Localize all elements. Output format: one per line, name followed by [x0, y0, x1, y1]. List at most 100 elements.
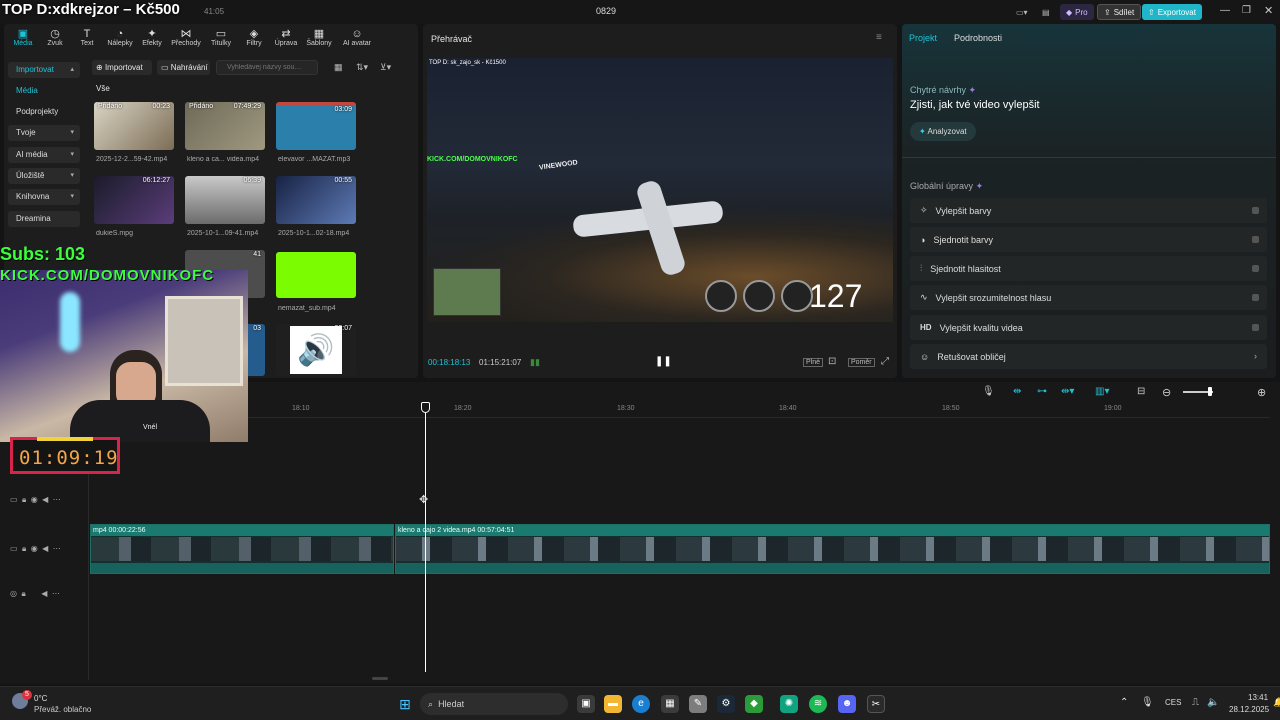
- tab-details[interactable]: Podrobnosti: [954, 33, 1002, 43]
- import-button[interactable]: ⊕ Importovat: [92, 60, 152, 75]
- preview-axis-icon[interactable]: ⇹▾: [1061, 386, 1074, 397]
- sidebar-item-ai-media[interactable]: AI média ▾: [8, 147, 80, 163]
- action-voice-clarity[interactable]: ∿ Vylepšit srozumitelnost hlasu: [910, 285, 1267, 310]
- playhead-handle[interactable]: [421, 402, 430, 413]
- tool-media[interactable]: ▣ Média: [6, 28, 40, 50]
- search-input[interactable]: [216, 60, 318, 75]
- network-icon[interactable]: ⎍: [1192, 697, 1199, 708]
- volume-icon[interactable]: ◀: [42, 544, 48, 553]
- split-icon[interactable]: ▥▾: [1095, 386, 1109, 397]
- clock-time[interactable]: 13:41: [1248, 693, 1268, 702]
- action-retouch-face[interactable]: ☺ Retušovat obličej ›: [910, 344, 1267, 369]
- pro-button[interactable]: ◆ Pro: [1060, 4, 1094, 20]
- taskbar-search[interactable]: ⌕ Hledat: [420, 693, 568, 715]
- language-indicator[interactable]: CES: [1165, 698, 1181, 707]
- notifications-icon[interactable]: 🔔: [1273, 697, 1280, 708]
- media-thumb[interactable]: 06:39: [185, 176, 265, 224]
- action-video-quality[interactable]: HD Vylepšit kvalitu videa: [910, 315, 1267, 340]
- full-quality-button[interactable]: Plné: [803, 358, 824, 367]
- tray-mic-icon[interactable]: 🎙: [1141, 697, 1154, 708]
- action-match-colors[interactable]: ◑ Sjednotit barvy: [910, 227, 1267, 252]
- tool-transitions[interactable]: ⋈ Přechody: [169, 28, 203, 50]
- record-button[interactable]: ▭ Nahrávání: [157, 60, 210, 75]
- video-clip[interactable]: kleno a cajo 2 videa.mp4 00:57:04:51: [395, 524, 1270, 574]
- windows-start-icon[interactable]: ⊞: [396, 695, 414, 713]
- more-icon[interactable]: ⋯: [52, 589, 60, 598]
- shortcuts-icon[interactable]: ▤: [1036, 4, 1056, 20]
- time-ruler[interactable]: 18:10 18:20 18:30 18:40 18:50 19:00: [90, 402, 1270, 418]
- microphone-icon[interactable]: 🎙: [982, 386, 995, 397]
- tool-text[interactable]: T Text: [70, 28, 104, 50]
- tool-ai-avatar[interactable]: ☺ AI avatar: [336, 28, 378, 50]
- steam-icon[interactable]: ⚙: [717, 695, 735, 713]
- timeline-scrollbar[interactable]: [372, 677, 388, 680]
- screenshot-icon[interactable]: ⊡: [828, 356, 836, 367]
- sidebar-import[interactable]: Importovat ▴: [8, 62, 80, 78]
- media-thumb[interactable]: Přidáno 00:23: [94, 102, 174, 150]
- sidebar-item-library[interactable]: Knihovna ▾: [8, 189, 80, 205]
- flag-app-icon[interactable]: ◆: [745, 695, 763, 713]
- ratio-button[interactable]: Poměr: [848, 358, 875, 367]
- action-enhance-colors[interactable]: ✧ Vylepšit barvy: [910, 198, 1267, 223]
- link-icon[interactable]: ⊶: [1037, 386, 1047, 397]
- media-thumb[interactable]: [276, 252, 356, 298]
- minimize-icon[interactable]: —: [1220, 5, 1230, 16]
- task-view-icon[interactable]: ▣: [577, 695, 595, 713]
- lock-icon[interactable]: 🔒︎: [22, 544, 26, 553]
- more-icon[interactable]: ⋯: [53, 495, 61, 504]
- zoom-handle[interactable]: [1208, 387, 1212, 396]
- tool-effects[interactable]: ✦ Efekty: [135, 28, 169, 50]
- eye-icon[interactable]: ◉: [31, 544, 38, 553]
- action-toggle[interactable]: [1252, 265, 1259, 272]
- tool-filters[interactable]: ◈ Filtry: [237, 28, 271, 50]
- restore-icon[interactable]: ❐: [1242, 5, 1251, 16]
- clock-date[interactable]: 28.12.2025: [1229, 705, 1269, 714]
- tool-audio[interactable]: ◷ Zvuk: [38, 28, 72, 50]
- fit-icon[interactable]: ⊟: [1137, 386, 1145, 397]
- action-toggle[interactable]: [1252, 236, 1259, 243]
- capcut-icon[interactable]: ✂: [867, 695, 885, 713]
- view-grid-icon[interactable]: ▦: [334, 62, 343, 73]
- layout-icon[interactable]: ▭▾: [1010, 4, 1034, 20]
- snap-icon[interactable]: ⇹: [1013, 386, 1021, 397]
- tool-captions[interactable]: ▭ Titulky: [204, 28, 238, 50]
- tool-stickers[interactable]: ◔ Nálepky: [103, 28, 137, 50]
- tool-adjust[interactable]: ⇄ Úprava: [269, 28, 303, 50]
- zoom-out-icon[interactable]: ⊖: [1162, 386, 1171, 399]
- video-preview[interactable]: TOP D: sk_zajo_sk - Kč1500 KICK.COM/DOMO…: [427, 58, 893, 322]
- playhead[interactable]: [425, 402, 426, 672]
- menu-icon[interactable]: ≡: [876, 32, 882, 43]
- analyze-button[interactable]: ✦ Analyzovat: [910, 122, 976, 141]
- edge-icon[interactable]: e: [632, 695, 650, 713]
- sidebar-item-storage[interactable]: Úložiště ▾: [8, 168, 80, 184]
- tray-chevron-icon[interactable]: ⌃: [1120, 697, 1128, 708]
- zoom-fit-icon[interactable]: ⊕: [1257, 386, 1266, 399]
- sidebar-item-yours[interactable]: Tvoje ▾: [8, 125, 80, 141]
- media-thumb[interactable]: 03:09: [276, 102, 356, 150]
- spotify-icon[interactable]: ≋: [809, 695, 827, 713]
- sidebar-item-subprojects[interactable]: Podprojekty: [8, 104, 80, 120]
- action-toggle[interactable]: [1252, 207, 1259, 214]
- tool-templates[interactable]: ▦ Šablony: [302, 28, 336, 50]
- action-toggle[interactable]: [1252, 294, 1259, 301]
- discord-icon[interactable]: ☻: [838, 695, 856, 713]
- export-button[interactable]: ⇧ Exportovat: [1142, 4, 1202, 20]
- volume-icon[interactable]: ◀: [41, 589, 47, 598]
- video-clip[interactable]: mp4 00:00:22:56: [90, 524, 394, 574]
- media-thumb[interactable]: 00:07 🔊: [276, 324, 356, 376]
- close-icon[interactable]: ✕: [1264, 4, 1273, 17]
- media-thumb[interactable]: 06:12:27: [94, 176, 174, 224]
- store-icon[interactable]: ▦: [661, 695, 679, 713]
- sort-icon[interactable]: ⇅▾: [356, 62, 368, 73]
- sidebar-item-media[interactable]: Média: [8, 83, 80, 99]
- chatgpt-icon[interactable]: ✺: [780, 695, 798, 713]
- share-button[interactable]: ⇪ Sdílet: [1097, 4, 1142, 20]
- action-normalize-volume[interactable]: ⫶ Sjednotit hlasitost: [910, 256, 1267, 281]
- lock-icon[interactable]: 🔒︎: [22, 495, 26, 504]
- filter-icon[interactable]: ⊻▾: [380, 62, 391, 73]
- pause-icon[interactable]: ❚❚: [655, 356, 672, 367]
- speaker-tray-icon[interactable]: 🔈: [1207, 697, 1219, 708]
- action-toggle[interactable]: [1252, 324, 1259, 331]
- tab-project[interactable]: Projekt: [909, 33, 937, 43]
- eye-icon[interactable]: ◉: [31, 495, 38, 504]
